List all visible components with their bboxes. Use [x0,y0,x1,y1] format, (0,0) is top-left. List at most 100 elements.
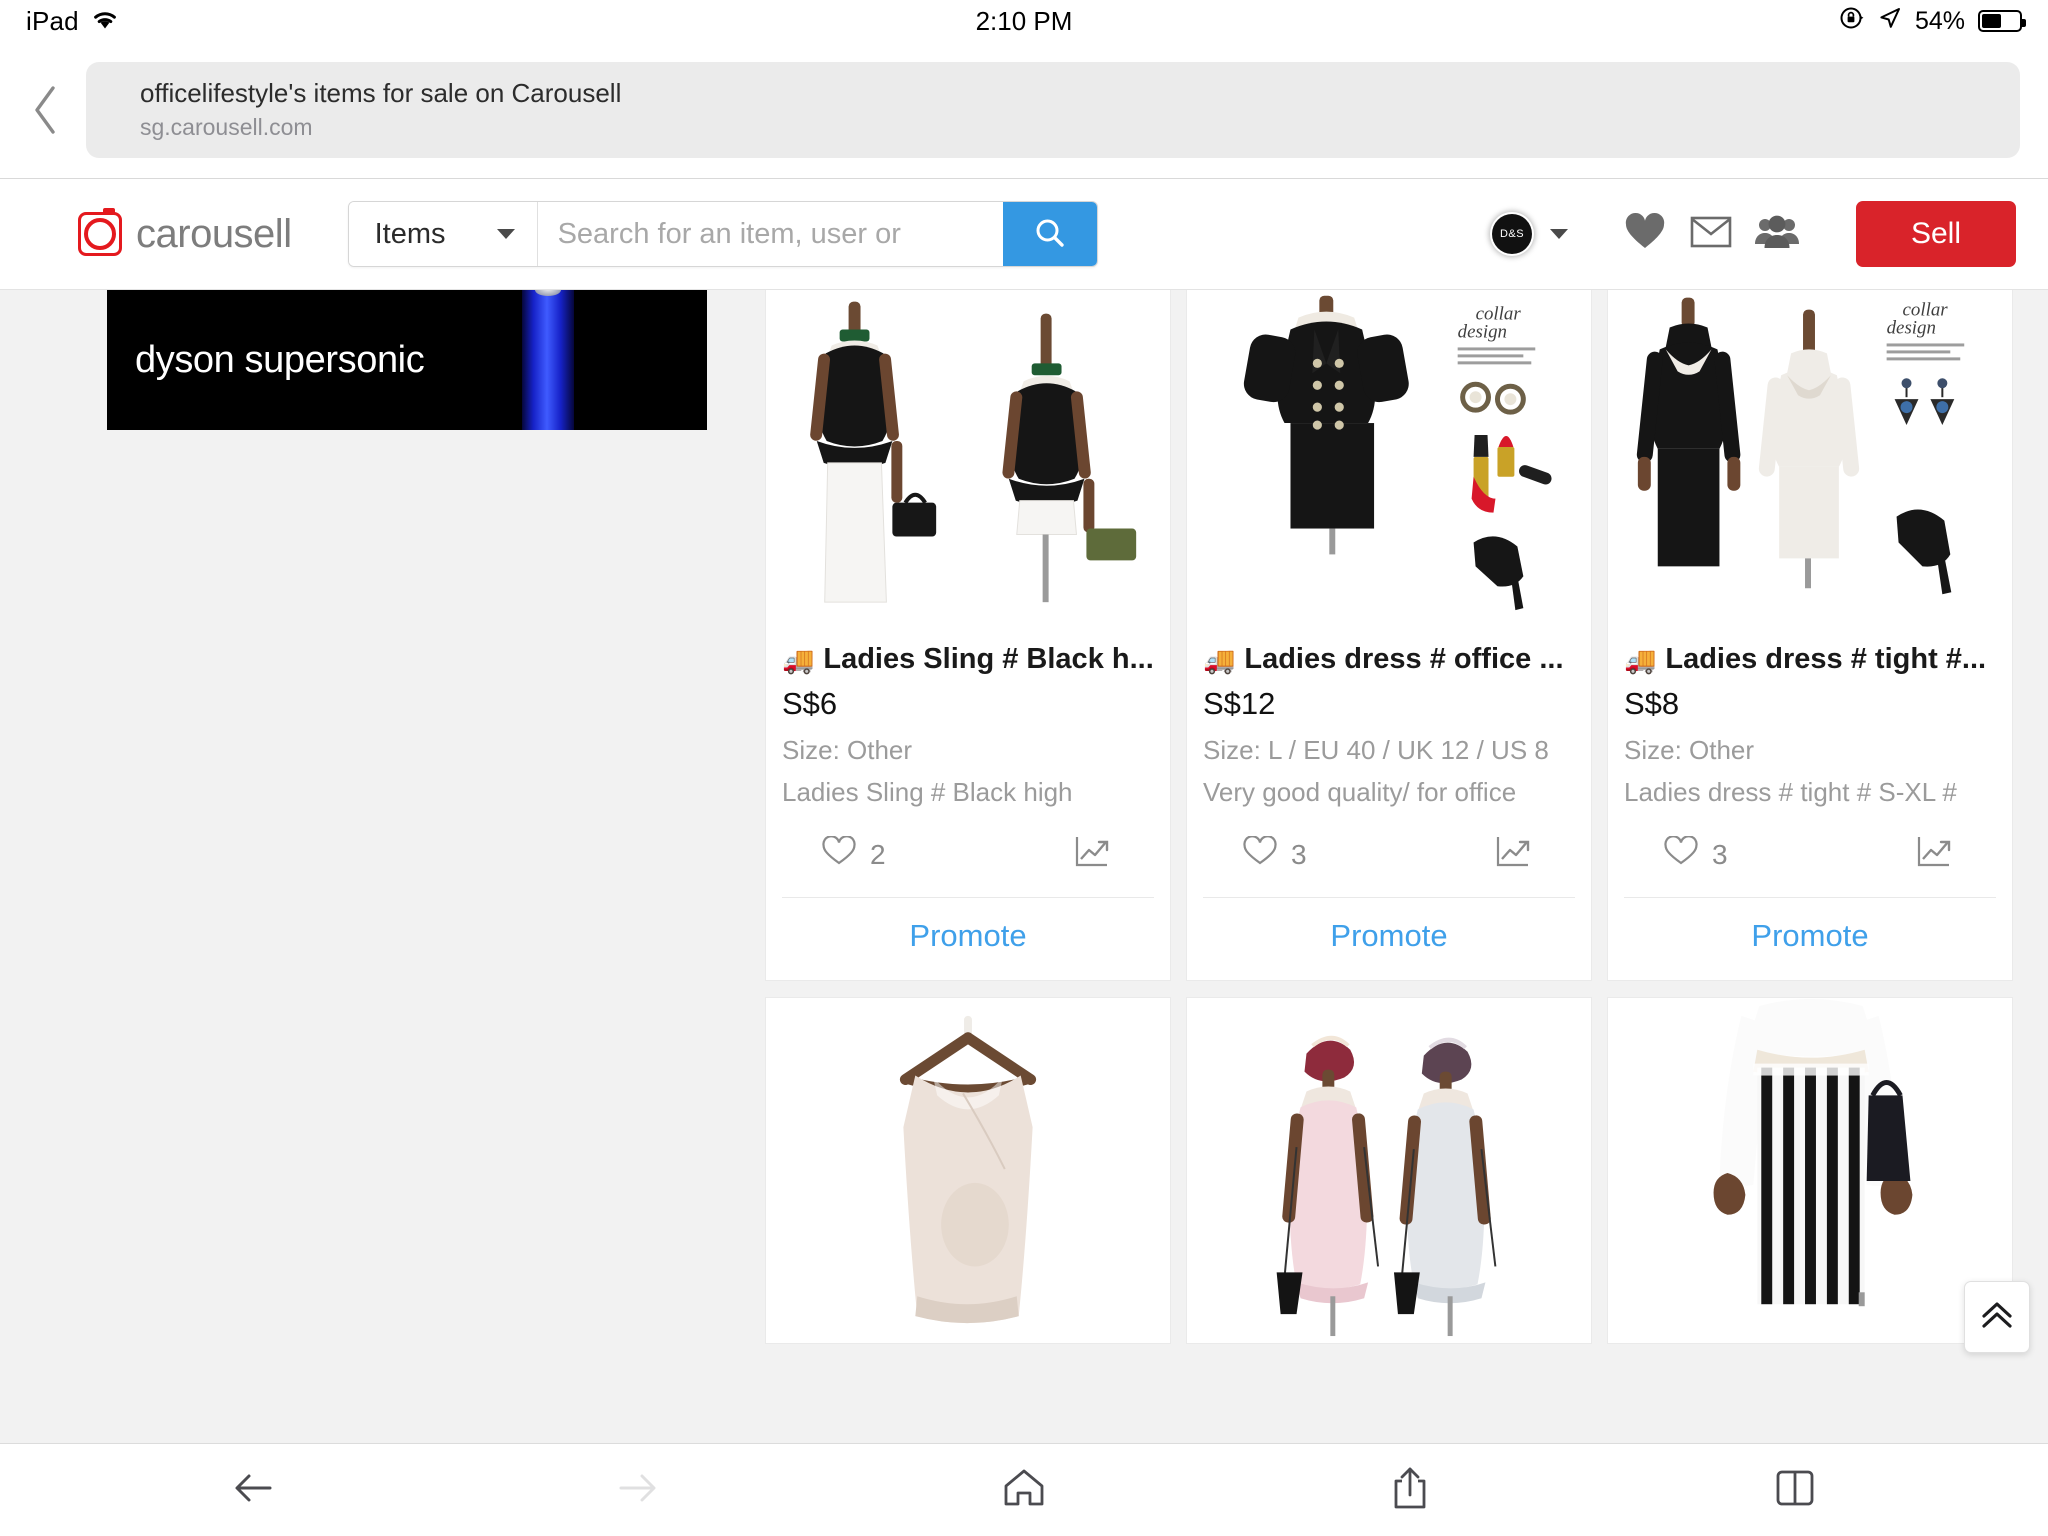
status-bar-left: iPad [26,6,119,37]
listing-likes-count: 2 [870,838,886,870]
ad-text: dyson supersonic [135,338,425,381]
listing-stats: 3 [1187,808,1591,897]
product-photo-black-sling-top [766,290,1170,637]
listing-size: Size: L / EU 40 / UK 12 / US 8 [1203,735,1549,765]
inbox-button[interactable] [1678,201,1744,267]
chart-trend-icon [1916,837,1956,874]
listing-card[interactable]: collar design 🚚 Ladies dress # office .. [1186,290,1592,981]
category-dropdown[interactable]: Items [348,202,538,266]
heart-outline-icon [1664,835,1698,873]
product-photo-tweed-dresses [1187,998,1591,1343]
promote-button[interactable]: Promote [1608,898,2012,980]
product-photo-beige-camisole [766,998,1170,1343]
listing-price: S$12 [1203,686,1276,721]
listing-likes[interactable]: 3 [1243,835,1307,873]
listing-likes-count: 3 [1291,838,1307,870]
listing-stats: 2 [766,808,1170,897]
listing-stats-button[interactable] [1074,834,1114,875]
listing-title-row: 🚚 Ladies dress # office ... [1203,643,1575,676]
listing-stats: 3 [1608,808,2012,897]
wifi-icon [91,8,119,35]
listing-size: Size: Other [782,735,913,765]
device-name: iPad [26,5,79,36]
promote-button[interactable]: Promote [766,898,1170,980]
listing-stats-button[interactable] [1916,834,1956,875]
browser-share-button[interactable] [1368,1460,1452,1520]
browser-home-button[interactable] [982,1460,1066,1520]
listing-description: Very good quality/ for office [1203,777,1517,807]
carousell-logo[interactable]: carousell [78,208,292,257]
listing-image[interactable] [1608,998,2012,1343]
listing-likes-count: 3 [1712,838,1728,870]
groups-button[interactable] [1744,201,1810,267]
search-input[interactable] [537,202,1003,266]
left-rail: dyson supersonic [0,290,765,1443]
listing-likes[interactable]: 2 [822,835,886,873]
url-field[interactable]: officelifestyle's items for sale on Caro… [86,62,2020,158]
listing-title: Ladies Sling # Black h... [823,643,1154,675]
listing-details: 🚚 Ladies Sling # Black h... S$6 Size: Ot… [766,637,1170,808]
double-chevron-up-icon [1978,1299,2016,1336]
search-button[interactable] [1002,202,1097,266]
search-icon [1032,215,1068,254]
listing-description: Ladies dress # tight # S-XL # [1624,777,1957,807]
listing-likes[interactable]: 3 [1664,835,1728,873]
product-photo-black-office-dress: collar design [1187,290,1591,637]
page-title: officelifestyle's items for sale on Caro… [140,77,622,108]
account-menu[interactable]: D&S [1492,214,1568,254]
chart-trend-icon [1074,837,1114,874]
page-host: sg.carousell.com [140,114,313,141]
browser-tabs-button[interactable] [1753,1460,1837,1520]
listing-details: 🚚 Ladies dress # office ... S$12 Size: L… [1187,637,1591,808]
advertisement-banner[interactable]: dyson supersonic [107,290,707,430]
home-icon [1000,1466,1048,1515]
listing-card[interactable] [1607,997,2013,1344]
listing-details: 🚚 Ladies dress # tight #... S$8 Size: Ot… [1608,637,2012,808]
listing-card[interactable] [765,997,1171,1344]
status-bar-time: 2:10 PM [975,5,1073,36]
heart-outline-icon [1243,835,1277,873]
listing-stats-button[interactable] [1495,834,1535,875]
heart-icon [1624,212,1666,257]
listing-title-row: 🚚 Ladies Sling # Black h... [782,643,1154,676]
envelope-icon [1690,215,1732,254]
browser-bottom-toolbar [0,1443,2048,1536]
sell-button[interactable]: Sell [1856,201,2016,267]
browser-back-button[interactable] [18,82,74,138]
listing-description: Ladies Sling # Black high [782,777,1073,807]
location-arrow-icon [1878,6,1902,37]
listing-price: S$8 [1624,686,1680,721]
back-arrow-icon [230,1468,276,1513]
listing-card[interactable]: collar design 🚚 Ladies dress # tight #.. [1607,290,2013,981]
scroll-to-top-button[interactable] [1964,1281,2030,1353]
promote-button[interactable]: Promote [1187,898,1591,980]
listing-image[interactable] [1187,998,1591,1343]
listing-card[interactable] [1186,997,1592,1344]
delivery-truck-icon: 🚚 [1203,644,1236,675]
listing-title: Ladies dress # tight #... [1665,643,1987,675]
listing-image[interactable]: collar design [1608,290,2012,637]
delivery-truck-icon: 🚚 [1624,644,1657,675]
carousell-header: carousell Items D&S [0,179,2048,290]
brand-name: carousell [136,211,292,256]
listing-image[interactable]: collar design [1187,290,1591,637]
listing-card[interactable]: 🚚 Ladies Sling # Black h... S$6 Size: Ot… [765,290,1171,981]
listings-grid: 🚚 Ladies Sling # Black h... S$6 Size: Ot… [765,290,2048,1344]
browser-forward-button[interactable] [596,1460,680,1520]
listing-image[interactable] [766,290,1170,637]
likes-button[interactable] [1612,201,1678,267]
dyson-product-image [522,290,574,430]
browser-back-button[interactable] [211,1460,295,1520]
chevron-down-icon [496,229,515,239]
product-photo-tight-dress: collar design [1608,290,2012,637]
battery-icon [1978,10,2026,32]
ios-status-bar: iPad 2:10 PM 54% [0,0,2048,42]
listing-image[interactable] [766,998,1170,1343]
share-icon [1388,1465,1432,1516]
rotation-lock-icon [1839,5,1865,38]
svg-text:design: design [1458,321,1507,342]
listing-size: Size: Other [1624,735,1755,765]
header-actions: D&S Sell [1492,201,2016,267]
category-dropdown-label: Items [374,217,446,250]
heart-outline-icon [822,835,856,873]
